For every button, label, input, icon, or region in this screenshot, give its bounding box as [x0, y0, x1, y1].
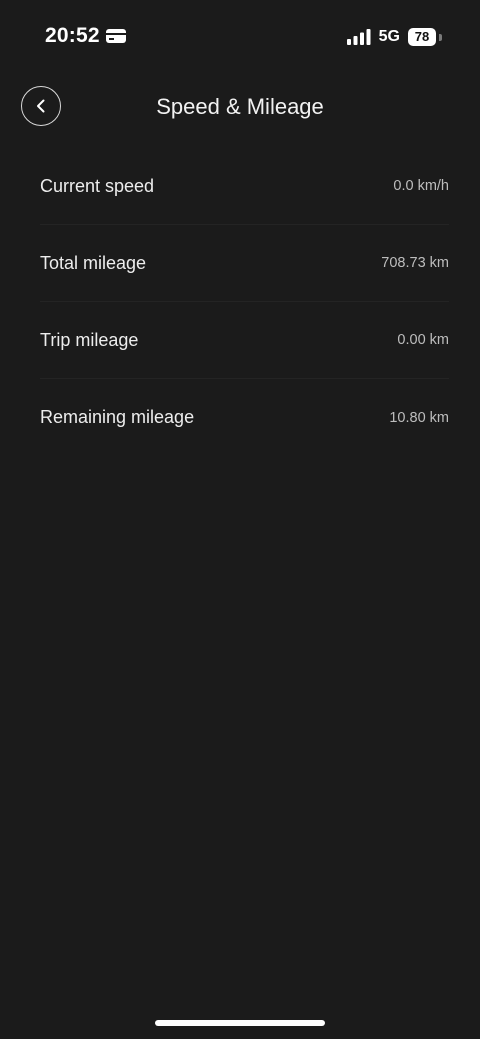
trip-mileage-row: Trip mileage 0.00 km [40, 302, 449, 379]
status-time: 20:52 [45, 24, 100, 47]
header: Speed & Mileage [0, 84, 480, 130]
total-mileage-label: Total mileage [40, 252, 147, 273]
current-speed-row: Current speed 0.0 km/h [40, 148, 449, 225]
trip-mileage-label: Trip mileage [40, 329, 139, 350]
total-mileage-value: 708.73 km [381, 255, 449, 271]
status-bar: 20:52 5G 78 [0, 0, 480, 70]
home-indicator[interactable] [155, 1020, 325, 1026]
status-left: 20:52 [45, 24, 126, 48]
battery-icon: 78 [408, 28, 442, 46]
battery-cap [439, 34, 442, 41]
total-mileage-row: Total mileage 708.73 km [40, 225, 449, 302]
network-type: 5G [378, 28, 400, 45]
trip-mileage-value: 0.00 km [397, 332, 449, 348]
page-title: Speed & Mileage [156, 94, 324, 119]
current-speed-label: Current speed [40, 175, 155, 196]
speed-mileage-list: Current speed 0.0 km/h Total mileage 708… [40, 148, 449, 456]
signal-icon [346, 29, 371, 45]
status-right: 5G 78 [346, 28, 442, 46]
current-speed-value: 0.0 km/h [393, 178, 449, 194]
remaining-mileage-row: Remaining mileage 10.80 km [40, 379, 449, 456]
battery-level: 78 [408, 28, 436, 46]
remaining-mileage-value: 10.80 km [389, 409, 449, 426]
card-icon [105, 29, 126, 43]
remaining-mileage-label: Remaining mileage [40, 407, 195, 427]
